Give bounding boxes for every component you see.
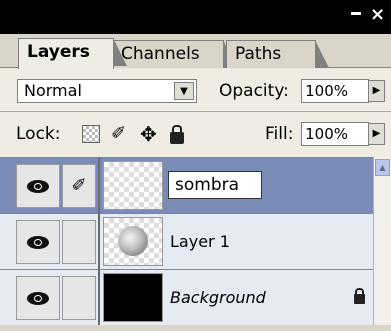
layer-name-input[interactable]: sombra xyxy=(168,171,262,199)
fill-field[interactable]: 100% xyxy=(301,122,369,146)
link-slot[interactable] xyxy=(62,276,96,320)
tab-channels[interactable]: Channels xyxy=(112,40,237,68)
layer-row-background[interactable]: Background xyxy=(0,270,391,326)
blend-mode-value: Normal xyxy=(24,81,82,100)
minimize-button[interactable] xyxy=(351,12,361,15)
lock-paint-icon[interactable]: ✐ xyxy=(111,125,129,143)
visibility-eye-icon[interactable] xyxy=(16,164,60,208)
brush-icon[interactable]: ✐ xyxy=(62,164,96,208)
visibility-eye-icon[interactable] xyxy=(16,220,60,264)
visibility-eye-icon[interactable] xyxy=(16,276,60,320)
layers-scrollbar[interactable]: ▲ xyxy=(373,157,391,331)
tab-strip: Layers Channels Paths ▶ xyxy=(0,34,391,91)
layer-thumbnail[interactable] xyxy=(103,161,163,210)
fill-slider-button[interactable]: ▶ xyxy=(368,123,385,145)
scroll-up-button[interactable]: ▲ xyxy=(375,159,390,176)
opacity-slider-button[interactable]: ▶ xyxy=(368,80,385,102)
tab-layers-label: Layers xyxy=(27,42,90,62)
lock-move-icon[interactable]: ✥ xyxy=(140,124,158,144)
opacity-label: Opacity: xyxy=(219,81,289,101)
layer-row-sombra[interactable]: ✐ sombra xyxy=(0,158,391,214)
blend-mode-select[interactable]: Normal ▼ xyxy=(17,79,197,103)
layer-thumbnail[interactable] xyxy=(103,217,163,266)
tab-paths-label: Paths xyxy=(235,44,282,64)
opacity-field[interactable]: 100% xyxy=(301,79,369,103)
blend-opacity-row: Normal ▼ Opacity: 100% ▶ xyxy=(0,69,391,112)
lock-transparent-icon[interactable] xyxy=(82,125,100,143)
layer-thumbnail[interactable] xyxy=(103,273,163,322)
tab-channels-label: Channels xyxy=(121,44,200,64)
tab-layers[interactable]: Layers xyxy=(18,38,127,69)
layer-row-layer-1[interactable]: Layer 1 xyxy=(0,214,391,270)
fill-label: Fill: xyxy=(265,124,294,144)
lock-label: Lock: xyxy=(16,124,61,144)
layer-name: Background xyxy=(170,288,266,307)
panel-titlebar: × xyxy=(0,0,391,34)
tab-paths[interactable]: Paths xyxy=(226,40,329,68)
link-slot[interactable] xyxy=(62,220,96,264)
lock-all-icon[interactable] xyxy=(170,125,184,144)
close-button[interactable]: × xyxy=(370,6,385,24)
chevron-down-icon[interactable]: ▼ xyxy=(174,82,194,100)
layer-name: Layer 1 xyxy=(170,232,230,251)
lock-icon xyxy=(354,288,365,304)
lock-fill-row: Lock: ✐ ✥ Fill: 100% ▶ xyxy=(0,112,391,158)
